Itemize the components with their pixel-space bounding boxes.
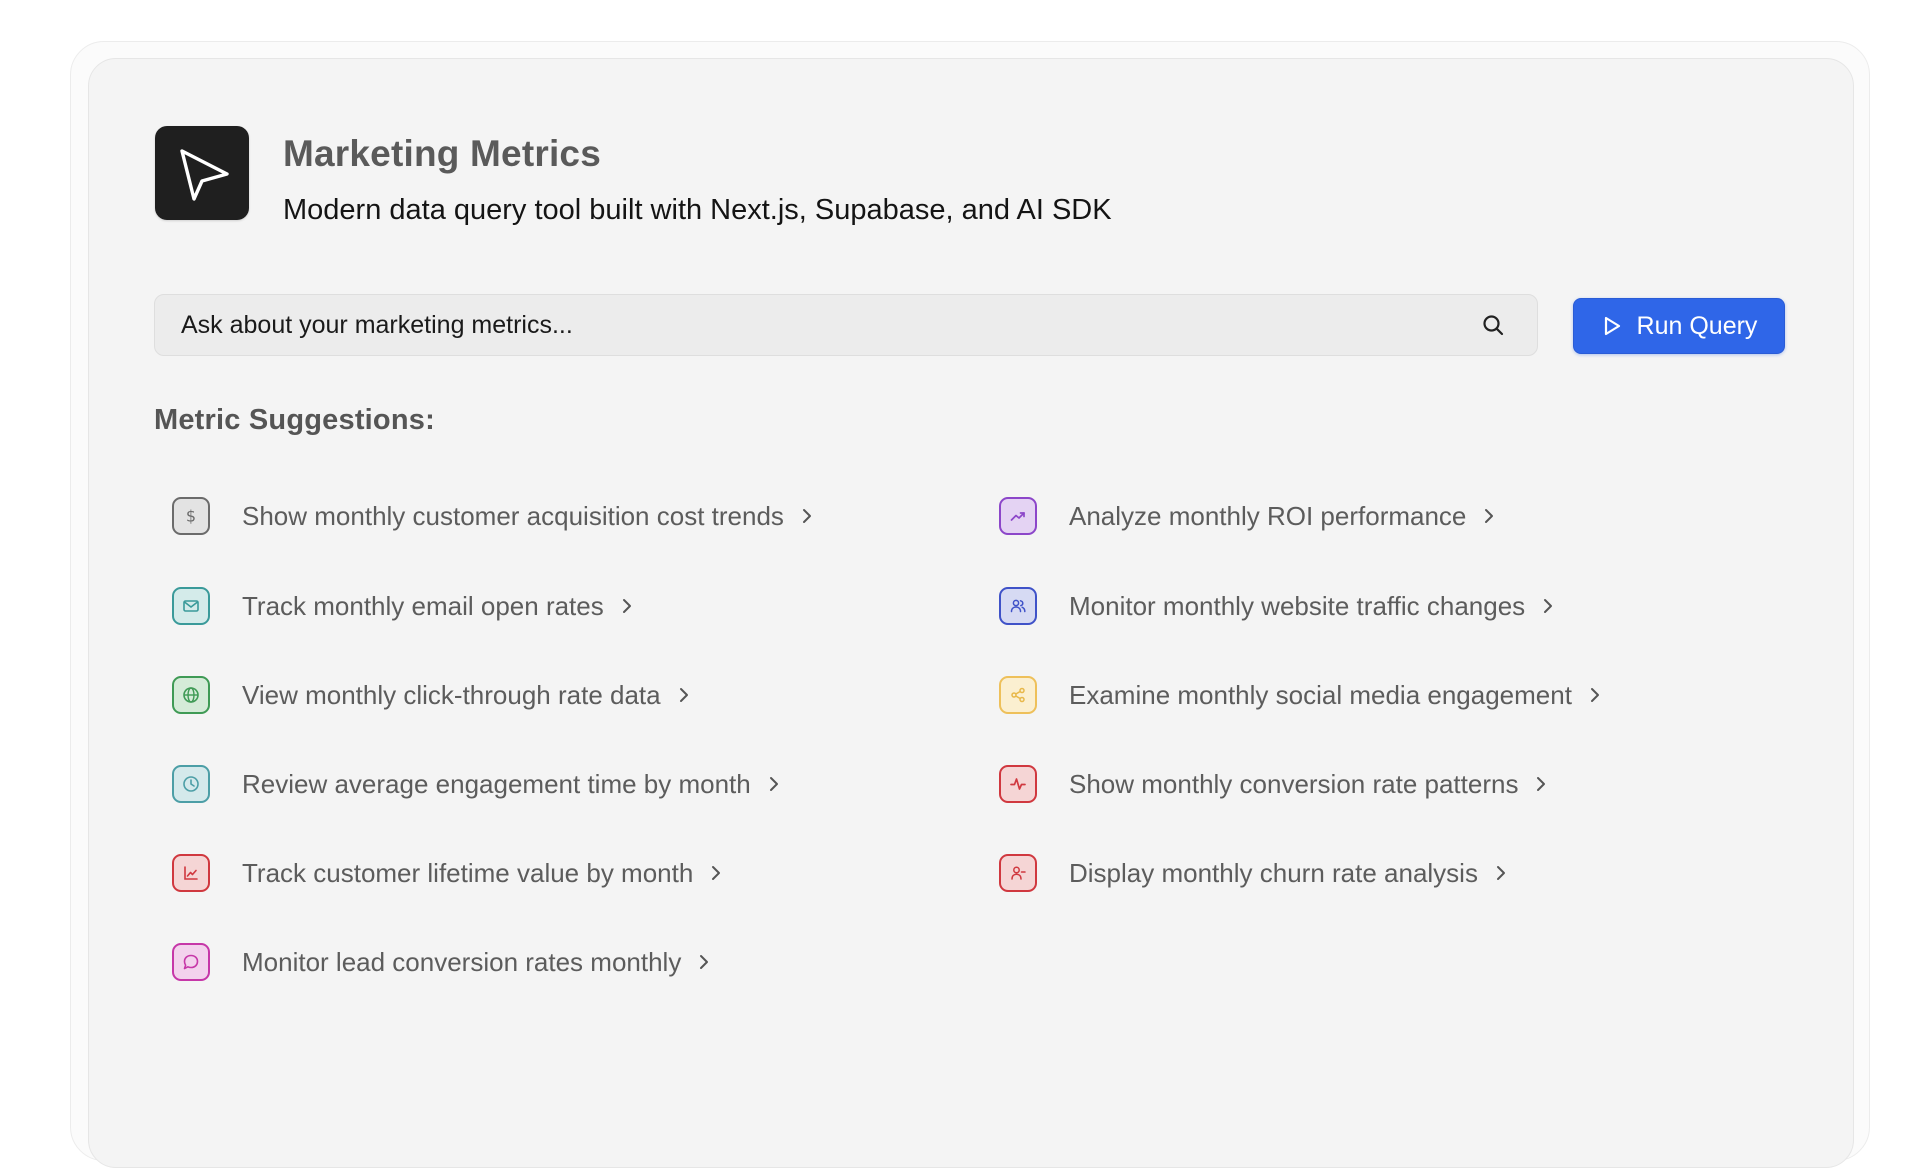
svg-text:$: $ — [186, 507, 196, 526]
chevron-right-icon — [697, 954, 711, 970]
chevron-right-icon — [1588, 687, 1602, 703]
chevron-right-icon — [1534, 776, 1548, 792]
play-icon — [1604, 316, 1620, 336]
run-query-label: Run Query — [1636, 311, 1758, 340]
suggestion-label: View monthly click-through rate data — [242, 679, 661, 710]
users-icon — [999, 587, 1037, 625]
suggestion-label: Review average engagement time by month — [242, 768, 751, 799]
chevron-right-icon — [620, 598, 634, 614]
suggestion-label: Monitor lead conversion rates monthly — [242, 946, 682, 977]
search-icon[interactable] — [1479, 311, 1507, 339]
suggestion-item[interactable]: Review average engagement time by month — [172, 762, 781, 806]
dollar-icon: $ — [172, 497, 210, 535]
search-box[interactable] — [154, 294, 1538, 356]
suggestion-label: Track monthly email open rates — [242, 590, 604, 621]
chevron-right-icon — [1482, 508, 1496, 524]
chevron-right-icon — [1494, 865, 1508, 881]
line-chart-icon — [172, 854, 210, 892]
suggestion-label: Display monthly churn rate analysis — [1069, 857, 1478, 888]
header: Marketing Metrics Modern data query tool… — [155, 126, 1112, 228]
suggestion-label: Show monthly conversion rate patterns — [1069, 768, 1519, 799]
suggestion-item[interactable]: View monthly click-through rate data — [172, 673, 691, 717]
suggestion-label: Monitor monthly website traffic changes — [1069, 590, 1526, 621]
globe-icon — [172, 676, 210, 714]
suggestion-item[interactable]: Analyze monthly ROI performance — [999, 494, 1496, 538]
suggestion-item[interactable]: Monitor lead conversion rates monthly — [172, 940, 711, 984]
activity-icon — [999, 765, 1037, 803]
cursor-arrow-icon — [180, 149, 229, 201]
chevron-right-icon — [767, 776, 781, 792]
suggestion-label: Show monthly customer acquisition cost t… — [242, 500, 784, 531]
suggestion-item[interactable]: Examine monthly social media engagement — [999, 673, 1602, 717]
suggestion-item[interactable]: Show monthly conversion rate patterns — [999, 762, 1548, 806]
chevron-right-icon — [800, 508, 814, 524]
chevron-right-icon — [709, 865, 723, 881]
run-query-button[interactable]: Run Query — [1573, 298, 1785, 354]
trending-up-icon — [999, 497, 1037, 535]
chevron-right-icon — [1541, 598, 1555, 614]
title-block: Marketing Metrics Modern data query tool… — [283, 130, 1112, 228]
suggestions-heading: Metric Suggestions: — [154, 404, 435, 436]
suggestion-item[interactable]: Track customer lifetime value by month — [172, 851, 723, 895]
suggestion-label: Analyze monthly ROI performance — [1069, 500, 1467, 531]
app-logo — [155, 126, 249, 220]
suggestion-label: Examine monthly social media engagement — [1069, 679, 1572, 710]
suggestion-item[interactable]: Display monthly churn rate analysis — [999, 851, 1508, 895]
user-minus-icon — [999, 854, 1037, 892]
suggestion-item[interactable]: Monitor monthly website traffic changes — [999, 584, 1555, 628]
suggestion-label: Track customer lifetime value by month — [242, 857, 694, 888]
message-icon — [172, 943, 210, 981]
app-title: Marketing Metrics — [283, 133, 601, 174]
app-subtitle: Modern data query tool built with Next.j… — [283, 194, 1112, 226]
clock-icon — [172, 765, 210, 803]
chevron-right-icon — [677, 687, 691, 703]
mail-icon — [172, 587, 210, 625]
suggestion-item[interactable]: Track monthly email open rates — [172, 584, 634, 628]
suggestion-item[interactable]: $ Show monthly customer acquisition cost… — [172, 494, 814, 538]
search-input[interactable] — [155, 294, 1479, 356]
share-icon — [999, 676, 1037, 714]
